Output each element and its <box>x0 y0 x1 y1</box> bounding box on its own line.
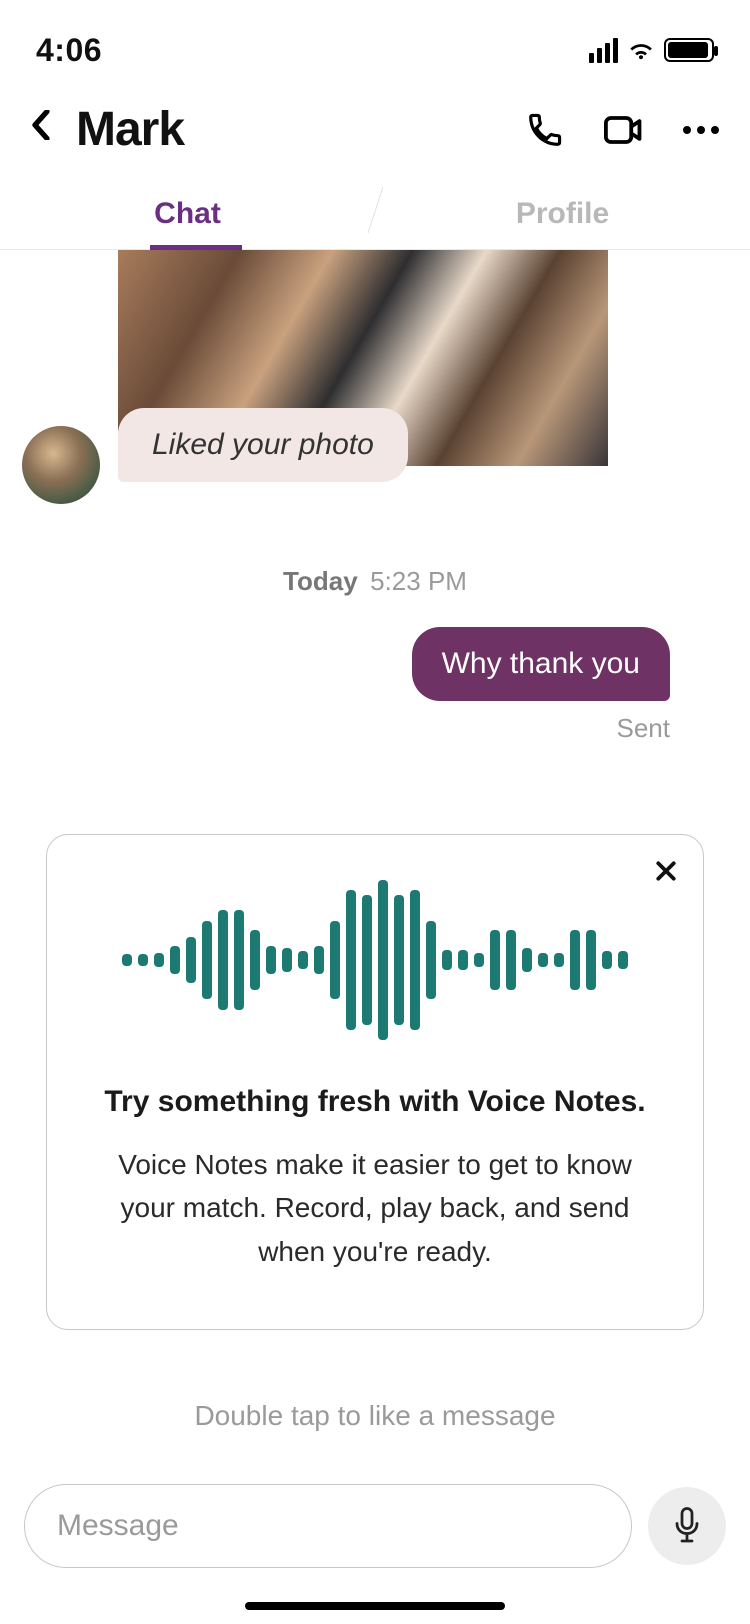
tab-profile[interactable]: Profile <box>375 179 750 249</box>
header: Mark <box>0 88 750 179</box>
chat-content[interactable]: Liked your photo Today 5:23 PM Why thank… <box>0 250 750 1432</box>
status-bar: 4:06 <box>0 0 750 88</box>
more-button[interactable] <box>682 111 720 149</box>
like-bubble[interactable]: Liked your photo <box>118 408 408 482</box>
message-input[interactable] <box>24 1484 632 1568</box>
voice-record-button[interactable] <box>648 1487 726 1565</box>
microphone-icon <box>672 1506 702 1546</box>
cellular-icon <box>589 38 618 63</box>
separator-time: 5:23 PM <box>370 566 467 596</box>
message-status: Sent <box>0 701 750 744</box>
outgoing-row: Why thank you <box>0 621 750 701</box>
time-separator: Today 5:23 PM <box>0 526 750 621</box>
voice-notes-promo: Try something fresh with Voice Notes. Vo… <box>46 834 704 1330</box>
promo-close-button[interactable] <box>655 857 677 889</box>
incoming-photo-block: Liked your photo <box>118 250 608 466</box>
double-tap-hint: Double tap to like a message <box>0 1400 750 1432</box>
waveform-icon <box>77 875 673 1045</box>
wifi-icon <box>628 40 654 60</box>
back-button[interactable] <box>30 110 52 149</box>
status-icons <box>589 38 714 63</box>
like-text: Liked your photo <box>152 428 374 461</box>
promo-title: Try something fresh with Voice Notes. <box>77 1085 673 1119</box>
promo-body: Voice Notes make it easier to get to kno… <box>77 1143 673 1273</box>
conversation-title: Mark <box>76 102 502 157</box>
status-time: 4:06 <box>36 32 102 69</box>
tabs: Chat Profile <box>0 179 750 250</box>
input-bar <box>24 1484 726 1568</box>
outgoing-bubble[interactable]: Why thank you <box>412 627 670 701</box>
battery-icon <box>664 38 714 62</box>
separator-day: Today <box>283 566 358 596</box>
home-indicator[interactable] <box>245 1602 505 1610</box>
sender-avatar[interactable] <box>22 426 100 504</box>
video-call-button[interactable] <box>604 111 642 149</box>
call-button[interactable] <box>526 111 564 149</box>
tab-chat[interactable]: Chat <box>0 179 375 249</box>
